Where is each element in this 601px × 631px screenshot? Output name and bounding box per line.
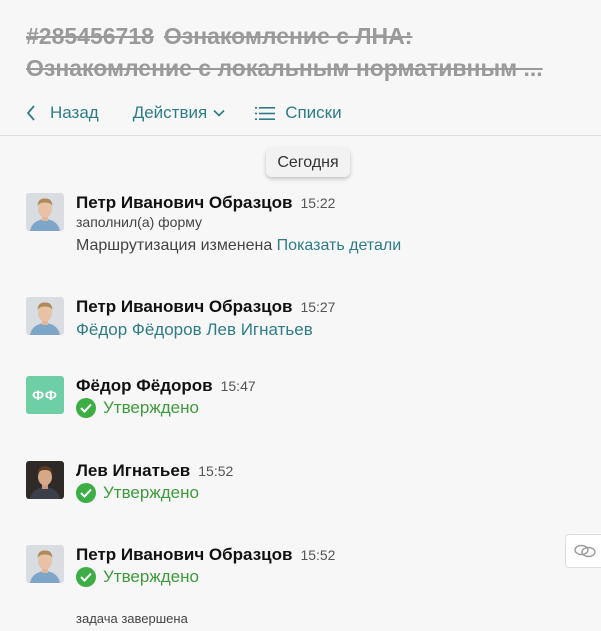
link-icon: [574, 544, 596, 558]
approval-status-label: Утверждено: [103, 398, 199, 417]
actions-label: Действия: [132, 103, 208, 122]
back-button[interactable]: Назад: [26, 103, 99, 123]
approval-status: Утверждено: [76, 483, 586, 503]
back-label: Назад: [50, 103, 99, 122]
task-completed-note: задача завершена: [76, 611, 188, 626]
show-details-link[interactable]: Показать детали: [277, 237, 401, 254]
message-time: 15:27: [300, 299, 336, 315]
avatar[interactable]: [26, 545, 64, 583]
approval-status-label: Утверждено: [103, 483, 199, 502]
task-header: #285456718 Ознакомление с ЛНА: Ознакомлен…: [0, 0, 601, 136]
toolbar: Назад Действия Списки: [26, 100, 342, 126]
message-time: 15:52: [300, 547, 336, 563]
message-text-row: Маршрутизация изменена Показать детали: [76, 237, 586, 255]
message-subtitle: заполнил(а) форму: [76, 214, 203, 230]
lists-label: Списки: [285, 103, 342, 122]
message-time: 15:47: [220, 378, 256, 394]
assignees-list[interactable]: Фёдор Фёдоров Лев Игнатьев: [76, 320, 586, 340]
side-link-button[interactable]: [565, 534, 601, 568]
approval-status: Утверждено: [76, 398, 586, 418]
check-circle-icon: [76, 398, 96, 418]
message-author[interactable]: Петр Иванович Образцов: [76, 193, 292, 213]
avatar[interactable]: [26, 461, 64, 499]
task-number: #285456718: [26, 23, 154, 49]
avatar-initials[interactable]: ФФ: [26, 376, 64, 414]
message-text: Маршрутизация изменена: [76, 237, 273, 254]
avatar[interactable]: [26, 193, 64, 231]
message-author[interactable]: Петр Иванович Образцов: [76, 297, 292, 317]
approval-status: Утверждено: [76, 567, 586, 587]
task-title-line1: Ознакомление с ЛНА:: [163, 23, 413, 49]
message-author[interactable]: Фёдор Фёдоров: [76, 376, 213, 396]
task-title: #285456718 Ознакомление с ЛНА: Ознакомлен…: [26, 20, 596, 84]
chevron-left-icon: [26, 105, 35, 121]
date-divider: Сегодня: [266, 148, 350, 177]
lists-button[interactable]: Списки: [255, 103, 342, 123]
list-icon: [255, 106, 276, 120]
task-title-line2: Ознакомление с локальным нормативным ...: [26, 55, 543, 81]
message-author[interactable]: Петр Иванович Образцов: [76, 545, 292, 565]
approval-status-label: Утверждено: [103, 567, 199, 586]
check-circle-icon: [76, 567, 96, 587]
message-time: 15:52: [198, 463, 234, 479]
message-author[interactable]: Лев Игнатьев: [76, 461, 190, 481]
check-circle-icon: [76, 483, 96, 503]
message-time: 15:22: [300, 195, 336, 211]
actions-dropdown[interactable]: Действия: [133, 103, 225, 123]
avatar[interactable]: [26, 297, 64, 335]
chevron-down-icon: [213, 109, 225, 117]
